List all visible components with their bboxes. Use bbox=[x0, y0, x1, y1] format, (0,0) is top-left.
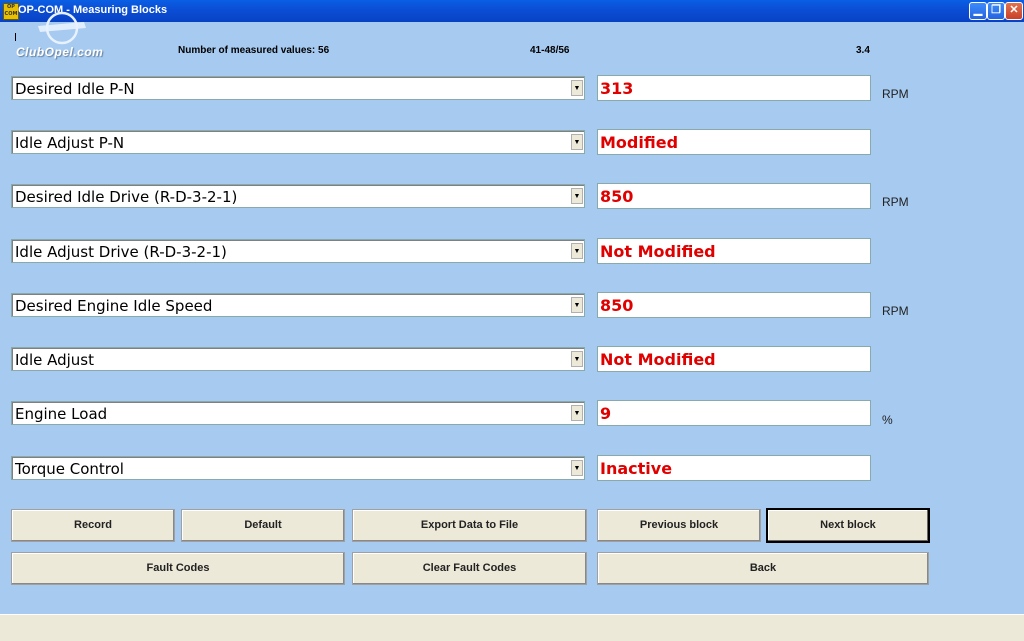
fault-codes-button[interactable]: Fault Codes bbox=[11, 552, 345, 585]
measured-values-count: Number of measured values: 56 bbox=[178, 45, 330, 56]
value-field-1: 313 bbox=[597, 75, 871, 101]
select-label: Idle Adjust P-N bbox=[15, 134, 125, 152]
minimize-button[interactable]: ▁ bbox=[969, 2, 987, 20]
value-field-2: Modified bbox=[597, 129, 871, 155]
title-bar: OP COM OP-COM - Measuring Blocks ▁ ❐ ✕ bbox=[0, 0, 1024, 22]
chevron-down-icon[interactable]: ▼ bbox=[571, 134, 583, 150]
value-text: 313 bbox=[600, 79, 634, 98]
next-block-button[interactable]: Next block bbox=[767, 509, 929, 542]
export-data-button[interactable]: Export Data to File bbox=[352, 509, 587, 542]
clear-fault-codes-button[interactable]: Clear Fault Codes bbox=[352, 552, 587, 585]
text-cursor bbox=[15, 33, 16, 41]
chevron-down-icon[interactable]: ▼ bbox=[571, 188, 583, 204]
chevron-down-icon[interactable]: ▼ bbox=[571, 460, 583, 476]
status-bar bbox=[0, 614, 1024, 641]
select-label: Desired Idle Drive (R-D-3-2-1) bbox=[15, 188, 238, 206]
value-text: 850 bbox=[600, 296, 634, 315]
measuring-value-select-1[interactable]: Desired Idle P-N ▼ bbox=[11, 76, 585, 100]
value-text: Not Modified bbox=[600, 350, 716, 369]
record-button[interactable]: Record bbox=[11, 509, 175, 542]
measuring-value-select-5[interactable]: Desired Engine Idle Speed ▼ bbox=[11, 293, 585, 317]
value-field-4: Not Modified bbox=[597, 238, 871, 264]
select-label: Idle Adjust Drive (R-D-3-2-1) bbox=[15, 243, 227, 261]
chevron-down-icon[interactable]: ▼ bbox=[571, 80, 583, 96]
select-label: Engine Load bbox=[15, 405, 108, 423]
version-label: 3.4 bbox=[856, 45, 870, 56]
value-field-6: Not Modified bbox=[597, 346, 871, 372]
select-label: Torque Control bbox=[15, 460, 124, 478]
logo-text: ClubOpel.com bbox=[16, 45, 104, 59]
restore-button[interactable]: ❐ bbox=[987, 2, 1005, 20]
value-field-7: 9 bbox=[597, 400, 871, 426]
measuring-value-select-7[interactable]: Engine Load ▼ bbox=[11, 401, 585, 425]
measuring-value-select-6[interactable]: Idle Adjust ▼ bbox=[11, 347, 585, 371]
chevron-down-icon[interactable]: ▼ bbox=[571, 297, 583, 313]
select-label: Idle Adjust bbox=[15, 351, 94, 369]
measuring-value-select-3[interactable]: Desired Idle Drive (R-D-3-2-1) ▼ bbox=[11, 184, 585, 208]
unit-label: RPM bbox=[882, 195, 909, 209]
value-text: 850 bbox=[600, 187, 634, 206]
value-text: Modified bbox=[600, 133, 679, 152]
value-text: Not Modified bbox=[600, 242, 716, 261]
unit-label: RPM bbox=[882, 304, 909, 318]
value-text: 9 bbox=[600, 404, 612, 423]
back-button[interactable]: Back bbox=[597, 552, 929, 585]
opel-blitz-icon bbox=[38, 11, 86, 45]
previous-block-button[interactable]: Previous block bbox=[597, 509, 761, 542]
unit-label: RPM bbox=[882, 87, 909, 101]
value-field-5: 850 bbox=[597, 292, 871, 318]
value-field-3: 850 bbox=[597, 183, 871, 209]
select-label: Desired Idle P-N bbox=[15, 80, 135, 98]
select-label: Desired Engine Idle Speed bbox=[15, 297, 213, 315]
measuring-value-select-4[interactable]: Idle Adjust Drive (R-D-3-2-1) ▼ bbox=[11, 239, 585, 263]
value-text: Inactive bbox=[600, 459, 673, 478]
chevron-down-icon[interactable]: ▼ bbox=[571, 351, 583, 367]
value-field-8: Inactive bbox=[597, 455, 871, 481]
close-button[interactable]: ✕ bbox=[1005, 2, 1023, 20]
measuring-value-select-2[interactable]: Idle Adjust P-N ▼ bbox=[11, 130, 585, 154]
block-range: 41-48/56 bbox=[530, 45, 570, 56]
chevron-down-icon[interactable]: ▼ bbox=[571, 405, 583, 421]
measuring-value-select-8[interactable]: Torque Control ▼ bbox=[11, 456, 585, 480]
unit-label: % bbox=[882, 413, 893, 427]
default-button[interactable]: Default bbox=[181, 509, 345, 542]
chevron-down-icon[interactable]: ▼ bbox=[571, 243, 583, 259]
